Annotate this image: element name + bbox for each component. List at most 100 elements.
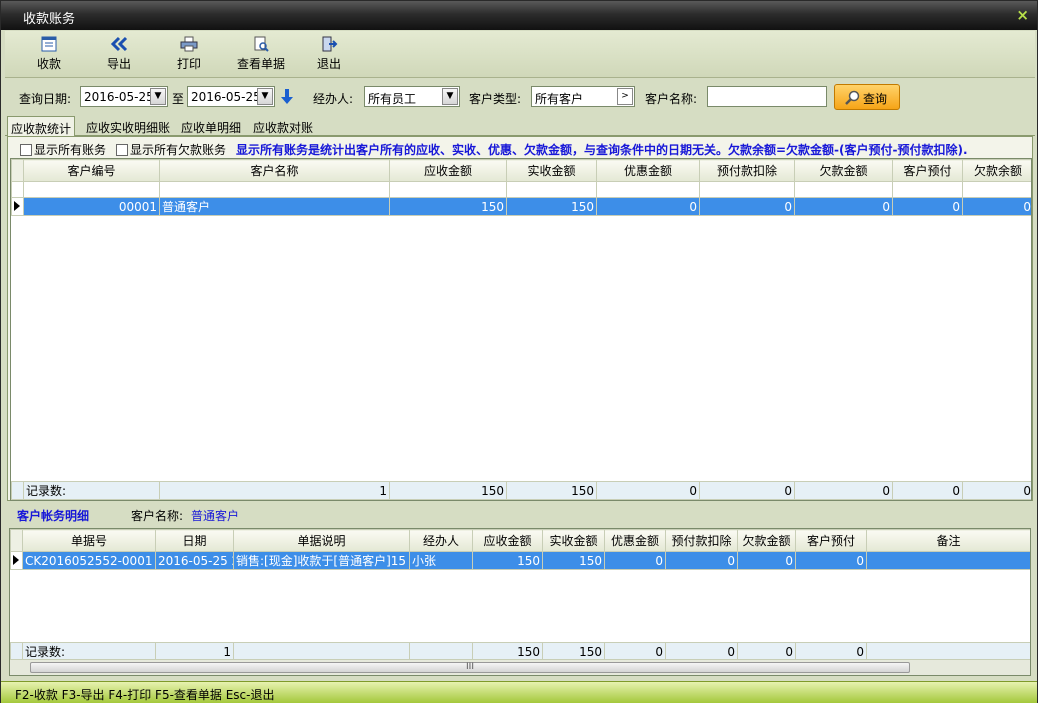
date-to-picker[interactable]: 2016-05-25 ▼ xyxy=(187,86,275,107)
show-all-accounts-label: 显示所有账务 xyxy=(34,143,107,157)
column-header[interactable]: 客户预付 xyxy=(795,529,867,552)
chevron-right-icon[interactable]: > xyxy=(617,88,633,105)
column-header[interactable]: 客户编号 xyxy=(23,159,160,182)
footer-cell: 150 xyxy=(506,481,597,500)
table-cell[interactable]: 0 xyxy=(665,551,738,570)
filter-cell[interactable] xyxy=(389,181,507,198)
filter-cell[interactable] xyxy=(506,181,597,198)
table-cell[interactable]: 2016-05-25 23 xyxy=(155,551,234,570)
table-cell[interactable]: 150 xyxy=(506,197,597,216)
export-button[interactable]: 导出 xyxy=(91,36,147,76)
column-header[interactable]: 预付款扣除 xyxy=(665,529,738,552)
checkbox-box[interactable] xyxy=(20,144,32,156)
filter-cell[interactable] xyxy=(794,181,893,198)
row-indicator xyxy=(11,197,24,216)
show-all-accounts-checkbox[interactable]: 显示所有账务 xyxy=(20,141,106,158)
table-cell[interactable]: 0 xyxy=(737,551,796,570)
exit-icon xyxy=(322,36,338,52)
column-header[interactable]: 单据说明 xyxy=(233,529,410,552)
show-all-debts-checkbox[interactable]: 显示所有欠款账务 xyxy=(116,141,226,158)
table-cell[interactable]: 0 xyxy=(892,197,963,216)
column-header[interactable]: 客户名称 xyxy=(159,159,390,182)
date-to-value: 2016-05-25 xyxy=(191,90,261,104)
tab-receivable-stats[interactable]: 应收款统计 xyxy=(7,116,76,137)
column-header[interactable]: 欠款金额 xyxy=(794,159,893,182)
query-bar: 查询日期: 2016-05-25 ▼ 至 2016-05-25 ▼ 经办人: 所… xyxy=(5,81,1035,113)
status-bar: F2-收款 F3-导出 F4-打印 F5-查看单据 Esc-退出 xyxy=(1,681,1037,703)
scrollbar-thumb[interactable]: III xyxy=(30,662,910,673)
table-row[interactable]: 00001 普通客户 150 150 0 0 0 0 0 xyxy=(11,197,1031,216)
filter-cell[interactable] xyxy=(892,181,963,198)
footer-cell: 0 xyxy=(737,642,796,661)
column-header[interactable]: 单据号 xyxy=(22,529,156,552)
table-cell[interactable]: 150 xyxy=(389,197,507,216)
table-cell[interactable]: 销售:[现金]收款于[普通客户]15 xyxy=(233,551,410,570)
options-bar: 显示所有账务 显示所有欠款账务 显示所有账务是统计出客户所有的应收、实收、优惠、… xyxy=(8,139,1032,157)
column-header[interactable]: 优惠金额 xyxy=(596,159,700,182)
table-cell[interactable]: 小张 xyxy=(409,551,473,570)
search-icon xyxy=(845,90,860,105)
table-cell[interactable]: 0 xyxy=(604,551,666,570)
footer-cell: 150 xyxy=(472,642,543,661)
filter-cell[interactable] xyxy=(596,181,700,198)
chevron-down-icon[interactable]: ▼ xyxy=(257,88,273,105)
chevron-down-icon[interactable]: ▼ xyxy=(150,88,166,105)
filter-cell[interactable] xyxy=(962,181,1031,198)
filter-cell[interactable] xyxy=(23,181,160,198)
tab-receipt-details[interactable]: 应收实收明细账 xyxy=(83,118,173,136)
close-icon[interactable]: × xyxy=(1016,6,1029,24)
customer-name-input[interactable] xyxy=(707,86,827,107)
table-cell[interactable] xyxy=(866,551,1030,570)
table-cell[interactable]: 0 xyxy=(596,197,700,216)
table-cell[interactable]: CK2016052552-0001 xyxy=(22,551,156,570)
table-cell[interactable]: 0 xyxy=(699,197,795,216)
table-cell[interactable]: 0 xyxy=(795,551,867,570)
checkbox-box[interactable] xyxy=(116,144,128,156)
tab-strip: 应收款统计 应收实收明细账 应收单明细 应收款对账 xyxy=(5,116,1035,137)
table-row[interactable]: CK2016052552-00012016-05-25 23销售:[现金]收款于… xyxy=(10,551,1030,570)
query-button-label: 查询 xyxy=(863,92,888,106)
exit-button[interactable]: 退出 xyxy=(301,36,357,76)
tab-receivable-bills[interactable]: 应收单明细 xyxy=(178,118,244,136)
footer-cell: 0 xyxy=(604,642,666,661)
table-cell[interactable]: 150 xyxy=(472,551,543,570)
detail-title: 客户帐务明细 xyxy=(17,509,90,523)
table-cell[interactable]: 0 xyxy=(794,197,893,216)
column-header[interactable]: 客户预付 xyxy=(892,159,963,182)
column-header[interactable]: 欠款余额 xyxy=(962,159,1031,182)
date-from-picker[interactable]: 2016-05-25 ▼ xyxy=(80,86,168,107)
table-cell[interactable]: 普通客户 xyxy=(159,197,390,216)
staff-select[interactable]: 所有员工 ▼ xyxy=(364,86,460,107)
view-document-button[interactable]: 查看单据 xyxy=(231,36,291,76)
footer-cell: 0 xyxy=(962,481,1031,500)
column-header[interactable]: 应收金额 xyxy=(389,159,507,182)
receive-payment-button[interactable]: 收款 xyxy=(21,36,77,76)
detail-grid: 单据号 日期 单据说明 经办人 应收金额 实收金额 优惠金额 预付款扣除 欠款金额 客户预付 备注 … xyxy=(9,528,1031,676)
filter-cell[interactable] xyxy=(699,181,795,198)
horizontal-scrollbar[interactable]: III xyxy=(10,659,1030,675)
filter-cell[interactable] xyxy=(159,181,390,198)
table-cell[interactable]: 150 xyxy=(542,551,605,570)
column-header[interactable]: 实收金额 xyxy=(506,159,597,182)
footer-cell xyxy=(866,642,1030,661)
column-header[interactable]: 日期 xyxy=(155,529,234,552)
customer-type-select[interactable]: 所有客户 > xyxy=(531,86,635,107)
column-header[interactable]: 优惠金额 xyxy=(604,529,666,552)
tab-reconciliation[interactable]: 应收款对账 xyxy=(250,118,316,136)
column-header[interactable]: 预付款扣除 xyxy=(699,159,795,182)
chevron-down-icon[interactable]: ▼ xyxy=(442,88,458,105)
arrow-down-icon[interactable] xyxy=(279,88,295,106)
print-button[interactable]: 打印 xyxy=(161,36,217,76)
customer-type-value: 所有客户 xyxy=(535,92,584,106)
column-header[interactable]: 经办人 xyxy=(409,529,473,552)
summary-header-row: 客户编号 客户名称 应收金额 实收金额 优惠金额 预付款扣除 欠款金额 客户预付 欠款余额 xyxy=(11,159,1031,182)
column-header[interactable]: 欠款金额 xyxy=(737,529,796,552)
table-cell[interactable]: 00001 xyxy=(23,197,160,216)
table-cell[interactable]: 0 xyxy=(962,197,1031,216)
query-button[interactable]: 查询 xyxy=(834,84,900,110)
print-label: 打印 xyxy=(176,57,201,71)
staff-value: 所有员工 xyxy=(368,92,417,106)
column-header[interactable]: 备注 xyxy=(866,529,1030,552)
column-header[interactable]: 实收金额 xyxy=(542,529,605,552)
column-header[interactable]: 应收金额 xyxy=(472,529,543,552)
